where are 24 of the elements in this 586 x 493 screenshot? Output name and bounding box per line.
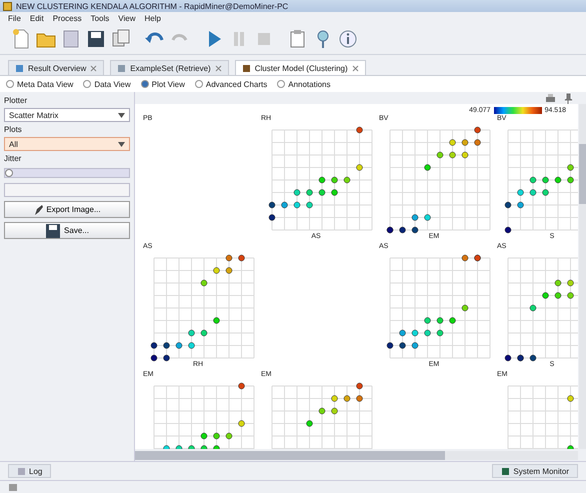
menu-item[interactable]: Help bbox=[144, 14, 161, 22]
view-radio[interactable]: Annotations bbox=[277, 80, 330, 88]
plots-label: Plots bbox=[4, 125, 23, 134]
result-tab[interactable]: Cluster Model (Clustering) bbox=[234, 60, 366, 75]
export-image-button[interactable]: Export Image... bbox=[4, 201, 130, 218]
menu-item[interactable]: Tools bbox=[90, 14, 110, 22]
panel-tab[interactable]: Log bbox=[8, 464, 52, 478]
view-radio[interactable]: Advanced Charts bbox=[194, 80, 268, 88]
view-radio[interactable]: Meta Data View bbox=[6, 80, 74, 88]
menu-item[interactable]: Process bbox=[52, 14, 82, 22]
result-tab[interactable]: Result Overview bbox=[8, 60, 104, 75]
view-radio[interactable]: Data View bbox=[83, 80, 131, 88]
save-button[interactable]: Save... bbox=[4, 222, 130, 239]
menu-item[interactable]: Edit bbox=[30, 14, 44, 22]
panel-tab[interactable]: System Monitor bbox=[492, 464, 578, 478]
jitter-label: Jitter bbox=[4, 154, 22, 163]
plotter-label: Plotter bbox=[4, 96, 28, 105]
plotter-dropdown[interactable]: Scatter Matrix bbox=[4, 108, 130, 122]
window-title: NEW CLUSTERING KENDALA ALGORITHM - RapidMiner@DemoMiner-PC bbox=[16, 2, 288, 10]
result-tab[interactable]: ExampleSet (Retrieve) bbox=[110, 60, 229, 75]
menu-item[interactable]: View bbox=[118, 14, 136, 22]
menu-item[interactable]: File bbox=[8, 14, 21, 22]
view-radio[interactable]: Plot View bbox=[140, 80, 185, 88]
plots-dropdown[interactable]: All bbox=[4, 137, 130, 151]
